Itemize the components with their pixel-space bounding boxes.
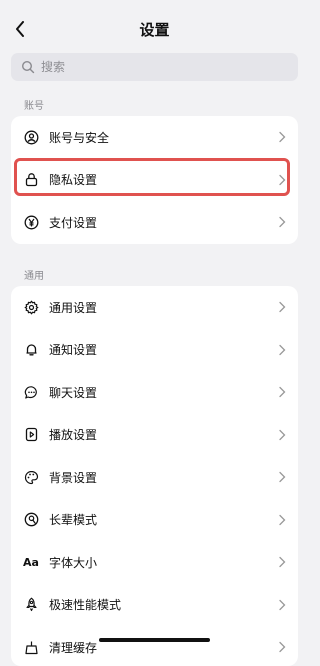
bell-icon bbox=[23, 342, 39, 358]
row-label: 隐私设置 bbox=[49, 173, 98, 188]
chevron-right-icon bbox=[279, 514, 286, 525]
row-payment-settings[interactable]: 支付设置 bbox=[11, 201, 298, 244]
header: 设置 bbox=[0, 0, 309, 58]
row-label: 字体大小 bbox=[49, 555, 98, 570]
section-label-general: 通用 bbox=[24, 271, 44, 282]
row-label: 极速性能模式 bbox=[49, 598, 122, 613]
chevron-right-icon bbox=[279, 132, 286, 143]
page-title: 设置 bbox=[139, 21, 170, 39]
chevron-right-icon bbox=[279, 387, 286, 398]
row-notification-settings[interactable]: 通知设置 bbox=[11, 329, 298, 372]
chevron-right-icon bbox=[279, 217, 286, 228]
row-label: 通知设置 bbox=[49, 343, 98, 358]
row-label: 通用设置 bbox=[49, 300, 98, 315]
row-elder-mode[interactable]: 长辈模式 bbox=[11, 499, 298, 542]
general-card: 通用设置 通知设置 聊天设置 播放设置 背景设置 长辈模式 Aa 字体大小 极速… bbox=[11, 286, 298, 666]
chat-bubble-icon bbox=[23, 384, 39, 400]
row-privacy-settings[interactable]: 隐私设置 bbox=[11, 159, 298, 202]
elder-icon bbox=[23, 512, 39, 528]
row-label: 账号与安全 bbox=[49, 130, 110, 145]
row-general-settings[interactable]: 通用设置 bbox=[11, 286, 298, 329]
section-label-account: 账号 bbox=[24, 101, 44, 112]
row-account-security[interactable]: 账号与安全 bbox=[11, 116, 298, 159]
row-playback-settings[interactable]: 播放设置 bbox=[11, 414, 298, 457]
chevron-right-icon bbox=[279, 472, 286, 483]
row-label: 背景设置 bbox=[49, 470, 98, 485]
chevron-right-icon bbox=[279, 557, 286, 568]
play-icon bbox=[23, 427, 39, 443]
broom-icon bbox=[23, 639, 39, 655]
row-clear-cache[interactable]: 清理缓存 bbox=[11, 626, 298, 666]
row-chat-settings[interactable]: 聊天设置 bbox=[11, 371, 298, 414]
row-label: 播放设置 bbox=[49, 428, 98, 443]
row-label: 清理缓存 bbox=[49, 640, 98, 655]
row-background-settings[interactable]: 背景设置 bbox=[11, 456, 298, 499]
chevron-right-icon bbox=[279, 302, 286, 313]
row-label: 支付设置 bbox=[49, 215, 98, 230]
yen-icon bbox=[23, 214, 39, 230]
chevron-right-icon bbox=[279, 599, 286, 610]
row-font-size[interactable]: Aa 字体大小 bbox=[11, 541, 298, 584]
font-size-icon: Aa bbox=[23, 555, 39, 569]
home-indicator bbox=[99, 638, 210, 642]
lock-icon bbox=[23, 172, 39, 188]
row-speed-mode[interactable]: 极速性能模式 bbox=[11, 584, 298, 627]
chevron-right-icon bbox=[279, 174, 286, 185]
search-bar[interactable] bbox=[11, 53, 298, 81]
gear-icon bbox=[23, 299, 39, 315]
account-icon bbox=[23, 129, 39, 145]
row-label: 聊天设置 bbox=[49, 385, 98, 400]
search-input[interactable] bbox=[39, 59, 283, 75]
palette-icon bbox=[23, 469, 39, 485]
search-icon bbox=[21, 60, 35, 74]
row-label: 长辈模式 bbox=[49, 513, 98, 528]
chevron-right-icon bbox=[279, 642, 286, 653]
chevron-right-icon bbox=[279, 429, 286, 440]
account-card: 账号与安全 隐私设置 支付设置 bbox=[11, 116, 298, 244]
chevron-right-icon bbox=[279, 344, 286, 355]
rocket-icon bbox=[23, 597, 39, 613]
